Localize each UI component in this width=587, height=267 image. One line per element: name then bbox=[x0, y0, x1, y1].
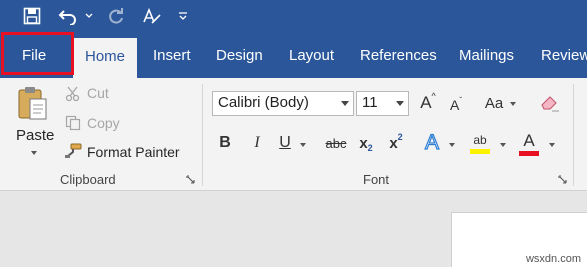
format-icon[interactable] bbox=[140, 4, 164, 28]
copy-button[interactable]: Copy bbox=[87, 115, 120, 131]
paste-button-label[interactable]: Paste bbox=[16, 127, 54, 144]
tab-home[interactable]: Home bbox=[73, 38, 138, 78]
watermark-text: wsxdn.com bbox=[525, 253, 581, 265]
clipboard-launcher-icon[interactable] bbox=[185, 174, 195, 184]
font-name-box[interactable]: Calibri (Body) bbox=[212, 91, 354, 116]
text-effects-dropdown-icon[interactable] bbox=[449, 143, 455, 147]
highlight-dropdown-icon[interactable] bbox=[500, 143, 506, 147]
change-case-dropdown-icon[interactable] bbox=[510, 102, 516, 106]
font-size-dropdown-icon[interactable] bbox=[396, 101, 404, 106]
tab-insert[interactable]: Insert bbox=[153, 34, 191, 78]
change-case-icon[interactable]: Aa bbox=[482, 92, 506, 114]
underline-button[interactable]: U bbox=[276, 132, 294, 154]
tab-references[interactable]: References bbox=[360, 34, 437, 78]
format-painter-button[interactable]: Format Painter bbox=[87, 144, 180, 160]
cut-icon bbox=[64, 85, 82, 103]
bold-button[interactable]: B bbox=[216, 132, 234, 154]
undo-dropdown-icon[interactable] bbox=[82, 4, 96, 28]
font-name-dropdown-icon[interactable] bbox=[341, 101, 349, 106]
home-ribbon: Paste Cut Copy Format Painter Clipboard … bbox=[0, 78, 587, 191]
font-color-swatch bbox=[519, 150, 539, 156]
font-size-value: 11 bbox=[362, 94, 378, 111]
font-name-value: Calibri (Body) bbox=[218, 94, 309, 111]
quick-access-toolbar bbox=[0, 0, 587, 34]
clear-formatting-icon[interactable] bbox=[539, 92, 561, 114]
grow-font-icon[interactable]: A ^ bbox=[418, 91, 438, 114]
file-tab-highlight-box bbox=[1, 32, 74, 75]
highlight-button[interactable]: ab bbox=[468, 129, 492, 157]
ribbon-tabs: File Home Insert Design Layout Reference… bbox=[0, 34, 587, 78]
paste-icon[interactable] bbox=[16, 84, 50, 124]
undo-icon[interactable] bbox=[56, 4, 80, 28]
cut-button[interactable]: Cut bbox=[87, 85, 109, 101]
tab-mailings[interactable]: Mailings bbox=[459, 34, 514, 78]
font-color-button[interactable]: A bbox=[517, 128, 541, 158]
tab-layout[interactable]: Layout bbox=[289, 34, 334, 78]
underline-dropdown-icon[interactable] bbox=[300, 143, 306, 147]
highlight-color-swatch bbox=[470, 148, 490, 154]
save-icon[interactable] bbox=[20, 4, 44, 28]
strikethrough-button[interactable]: abc bbox=[323, 132, 349, 154]
shrink-font-icon[interactable]: Aˇ bbox=[446, 94, 466, 116]
tab-design[interactable]: Design bbox=[216, 34, 263, 78]
group-divider bbox=[573, 84, 574, 186]
font-color-dropdown-icon[interactable] bbox=[549, 143, 555, 147]
redo-icon[interactable] bbox=[104, 4, 128, 28]
copy-icon bbox=[64, 114, 82, 132]
paste-dropdown-icon[interactable] bbox=[31, 151, 37, 155]
superscript-button[interactable]: x2 bbox=[386, 132, 406, 154]
subscript-button[interactable]: x2 bbox=[356, 132, 376, 154]
clipboard-group-label: Clipboard bbox=[60, 172, 116, 187]
text-effects-button[interactable]: A bbox=[421, 130, 443, 156]
italic-button[interactable]: I bbox=[248, 132, 266, 154]
font-size-box[interactable]: 11 bbox=[356, 91, 409, 116]
customize-icon[interactable] bbox=[176, 4, 190, 28]
font-group-label: Font bbox=[363, 172, 390, 187]
font-launcher-icon[interactable] bbox=[557, 174, 567, 184]
tab-review[interactable]: Review bbox=[541, 34, 587, 78]
format-painter-icon bbox=[63, 142, 83, 160]
group-divider bbox=[202, 84, 203, 186]
